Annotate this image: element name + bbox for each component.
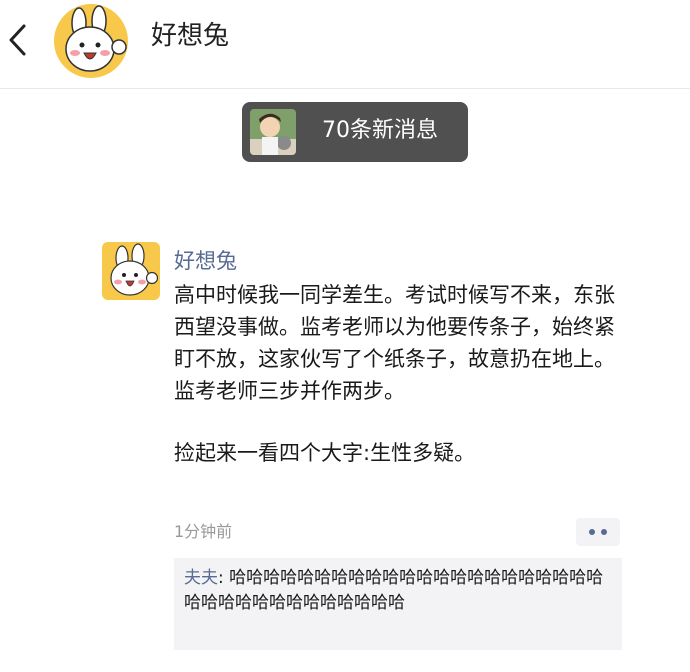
new-messages-button[interactable]: 70条新消息 — [242, 102, 468, 162]
post-paragraph: 高中时候我一同学差生。考试时候写不来，东张西望没事做。监考老师以为他要传条子，始… — [174, 283, 615, 403]
chat-title: 好想兔 — [151, 21, 230, 51]
more-actions-button[interactable] — [576, 518, 620, 546]
header-avatar[interactable] — [53, 3, 129, 79]
more-dots-icon — [589, 529, 595, 535]
post-author-avatar[interactable] — [102, 242, 160, 300]
post-timestamp: 1分钟前 — [174, 522, 233, 541]
comment-item[interactable]: 夫夫: 哈哈哈哈哈哈哈哈哈哈哈哈哈哈哈哈哈哈哈哈哈哈哈哈哈哈哈哈哈哈哈哈哈哈哈 — [184, 566, 614, 616]
chat-header: 好想兔 — [0, 0, 690, 89]
post-author-name[interactable]: 好想兔 — [174, 247, 237, 275]
comment-username[interactable]: 夫夫 — [184, 568, 218, 588]
back-button[interactable] — [4, 20, 32, 60]
post-content: 高中时候我一同学差生。考试时候写不来，东张西望没事做。监考老师以为他要传条子，始… — [174, 279, 624, 469]
pill-avatar — [250, 109, 296, 155]
new-messages-label: 70条新消息 — [322, 118, 438, 143]
comment-content: 哈哈哈哈哈哈哈哈哈哈哈哈哈哈哈哈哈哈哈哈哈哈哈哈哈哈哈哈哈哈哈哈哈哈哈 — [184, 568, 604, 613]
comment-area: 夫夫: 哈哈哈哈哈哈哈哈哈哈哈哈哈哈哈哈哈哈哈哈哈哈哈哈哈哈哈哈哈哈哈哈哈哈哈 — [174, 558, 622, 650]
more-dots-icon — [601, 529, 607, 535]
comment-separator: : — [218, 568, 230, 588]
post-paragraph: 捡起来一看四个大字:生性多疑。 — [174, 441, 476, 465]
chevron-left-icon — [9, 24, 26, 56]
